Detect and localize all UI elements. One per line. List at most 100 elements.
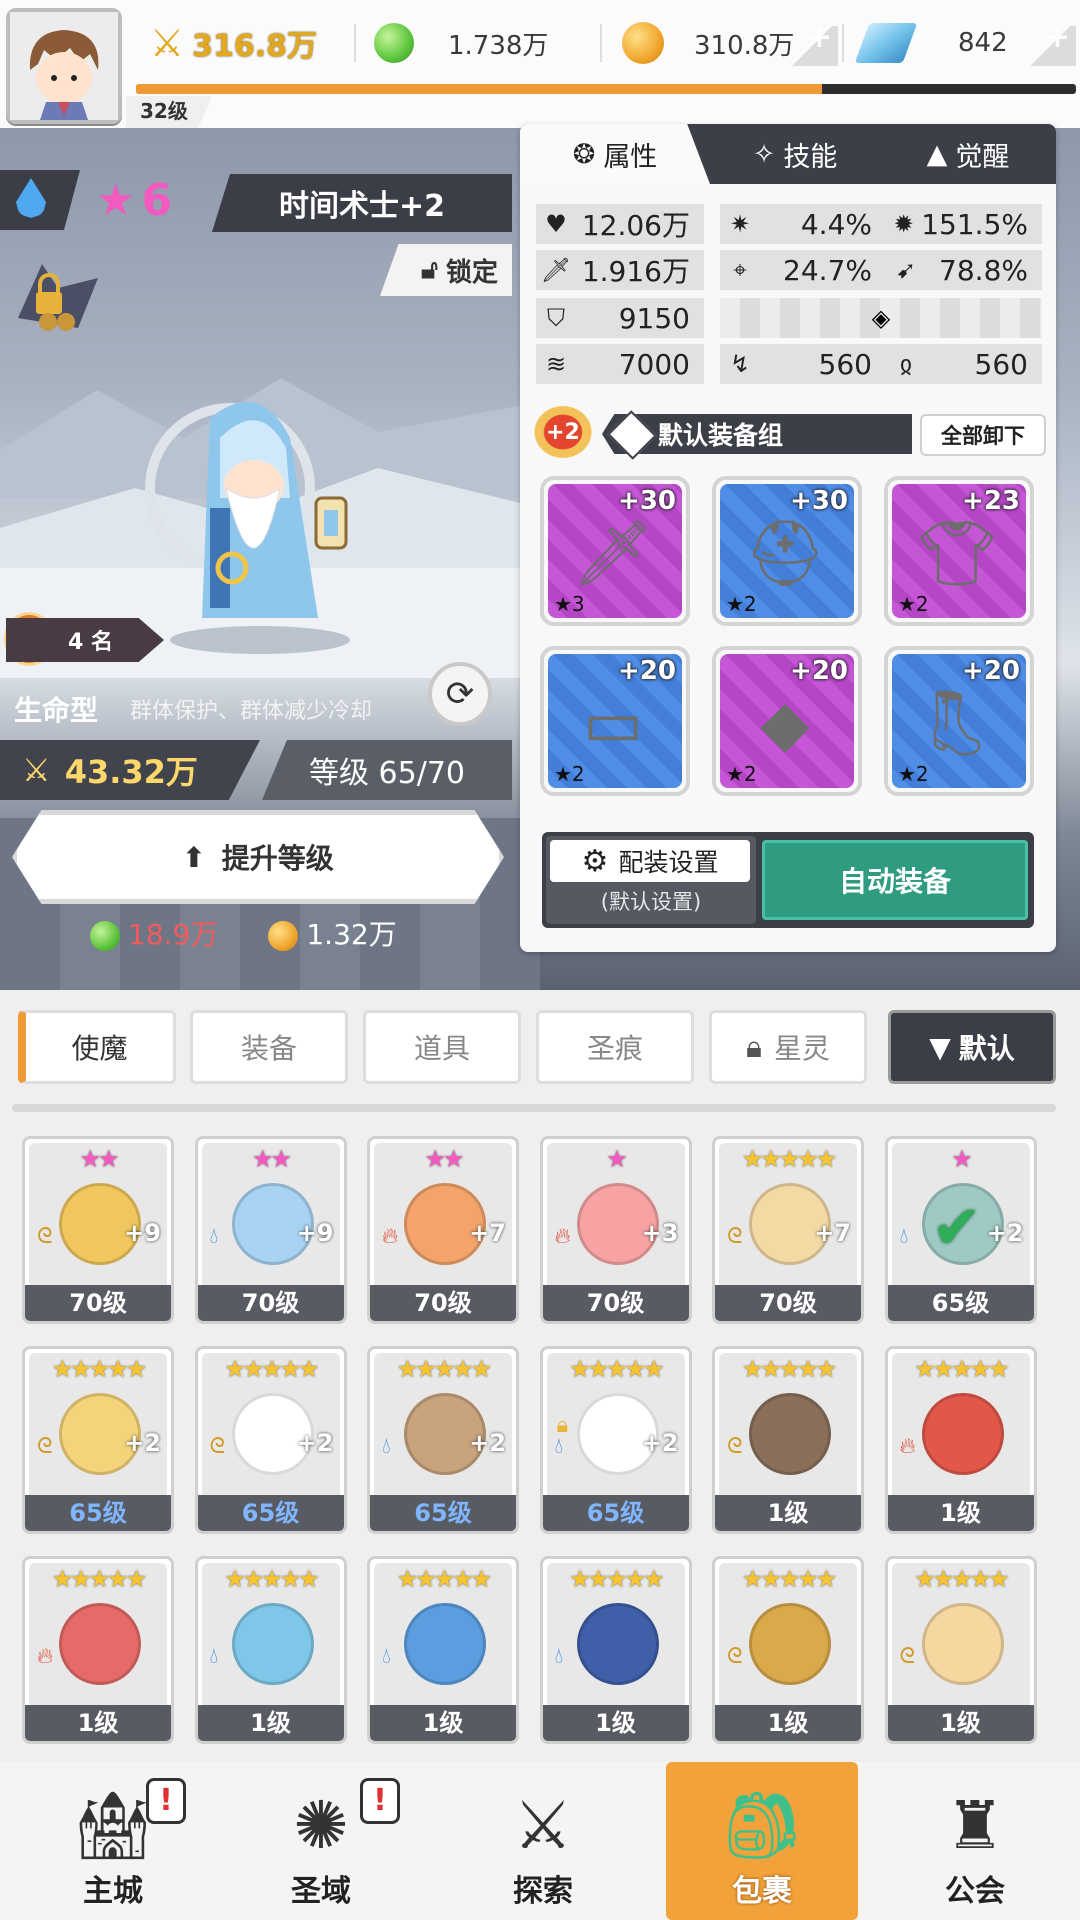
nav-label: 圣域 <box>291 1874 351 1909</box>
stat-value: 1.916万 <box>581 255 690 288</box>
familiar-bonus: +9 <box>296 1219 334 1247</box>
hero-level: 等级 65/70 <box>262 740 512 800</box>
familiar-card[interactable]: ★★★★★ ᘓ 1级 <box>712 1556 864 1744</box>
stat-accuracy: ⌖ 24.7% <box>720 250 886 290</box>
familiar-card[interactable]: ★★★★★ ᘓ +2 65级 <box>22 1346 174 1534</box>
wind-element-icon: ᘓ <box>727 1434 743 1459</box>
equipment-slot-helmet[interactable]: ⛑︎ +30 ★2 <box>712 476 862 626</box>
familiar-card[interactable]: ★★★★★ 💧︎ 1级 <box>539 1556 692 1744</box>
inventory-area: 使魔 装备 道具 圣痕 🔒︎ 星灵 ▼ 默认 ★★ ᘓ +9 70级 ★★ 💧︎ +9 70级 ★★… <box>0 990 1080 1760</box>
equipment-slot-belt[interactable]: ▭ +20 ★2 <box>540 646 690 796</box>
hero-name: 时间术士+2 <box>212 174 512 232</box>
familiar-card[interactable]: ★★★★★ ᘓ +7 70级 <box>712 1136 864 1324</box>
familiar-level: 70级 <box>25 1285 171 1321</box>
familiar-card[interactable]: ★★★★★ 💧︎ 1级 <box>367 1556 519 1744</box>
auto-equip-button[interactable]: 自动装备 <box>762 840 1028 920</box>
gold-currency: 310.8万 + <box>622 18 838 68</box>
locked-skin-icon[interactable] <box>12 258 104 338</box>
loadout-settings-subtitle: (默认设置) <box>600 890 702 914</box>
green-currency-value: 1.738万 <box>448 30 549 61</box>
familiar-face <box>576 1603 659 1685</box>
familiar-stars: ★★ <box>424 1145 464 1173</box>
loadout-settings-button[interactable]: ⚙ 配装设置 (默认设置) <box>546 836 756 924</box>
crossed-swords-icon: ⚔ <box>22 751 51 789</box>
familiar-portrait: ★★ 🔥︎ +7 <box>374 1143 512 1291</box>
sun-burst-icon: ✹ <box>893 210 914 238</box>
familiar-card[interactable]: ★★★★★ 💧︎ +2 🔒︎ 65级 <box>539 1346 692 1534</box>
wind-element-icon: ᘓ <box>37 1434 53 1459</box>
equipment-slot-necklace[interactable]: ◆ +20 ★2 <box>712 646 862 796</box>
familiar-portrait: ★★★★★ 💧︎ <box>201 1563 340 1711</box>
equipment-slot-weapon[interactable]: 🗡︎ +30 ★3 <box>540 476 690 626</box>
nav-explore[interactable]: ⚔ 探索 <box>458 1762 628 1920</box>
xp-bar <box>136 84 1076 94</box>
familiar-portrait: ★★★★★ ᘓ <box>891 1563 1030 1711</box>
nav-backpack[interactable]: 🎒︎ 包裹 <box>666 1762 858 1920</box>
add-gold-button[interactable]: + <box>786 23 838 66</box>
equipment-slot-armor[interactable]: 👕︎ +23 ★2 <box>884 476 1034 626</box>
tab-attributes[interactable]: ❂ 属性 <box>520 124 710 184</box>
familiar-card[interactable]: ★ 💧︎ +2 ✔ 65级 <box>884 1136 1037 1324</box>
familiar-card[interactable]: ★★ ᘓ +9 70级 <box>22 1136 174 1324</box>
nav-guild[interactable]: ♜ 公会 <box>890 1762 1060 1920</box>
loadout-settings-label: 配装设置 <box>618 848 719 877</box>
tab-skills[interactable]: ✧ 技能 <box>710 124 880 184</box>
familiar-card[interactable]: ★★★★★ 🔥︎ 1级 <box>22 1556 174 1744</box>
stat-value: 560 <box>818 347 872 381</box>
familiar-face <box>749 1393 831 1475</box>
familiar-card[interactable]: ★★ 💧︎ +9 70级 <box>194 1136 347 1324</box>
familiar-bonus: +3 <box>641 1219 679 1247</box>
familiar-card[interactable]: ★★★★★ ᘓ +2 65级 <box>194 1346 347 1534</box>
familiar-portrait: ★★ ᘓ +9 <box>29 1143 167 1291</box>
stat-value: 7000 <box>618 347 690 381</box>
player-avatar[interactable] <box>6 8 122 124</box>
familiar-card[interactable]: ★ 🔥︎ +3 70级 <box>539 1136 692 1324</box>
triangle-icon: ▲ <box>926 138 948 170</box>
tab-label: 技能 <box>783 141 838 173</box>
equipment-slot-boots[interactable]: 👢︎ +20 ★2 <box>884 646 1034 796</box>
stat-hp: ♥ 12.06万 <box>536 204 704 244</box>
switch-hero-button[interactable]: ⟳ <box>428 662 492 726</box>
familiar-level: 1级 <box>887 1495 1034 1531</box>
familiar-face <box>749 1603 831 1685</box>
hero-type-row: 生命型 群体保护、群体减少冷却 <box>0 684 500 734</box>
familiar-portrait: ★★ 💧︎ +9 <box>201 1143 340 1291</box>
arrow-up-icon: ⬆ <box>182 840 206 874</box>
time-wizard-character <box>140 378 380 658</box>
familiar-level: 1级 <box>715 1705 861 1741</box>
familiar-card[interactable]: ★★★★★ 💧︎ 1级 <box>194 1556 347 1744</box>
hero-type-description: 群体保护、群体减少冷却 <box>130 699 373 724</box>
familiar-portrait: ★★★★★ 💧︎ +2 🔒︎ <box>546 1353 685 1501</box>
familiar-card[interactable]: ★★★★★ ᘓ 1级 <box>712 1346 864 1534</box>
familiar-level: 1级 <box>542 1705 689 1741</box>
player-level: 32级 <box>126 96 212 128</box>
water-element-icon: 💧︎ <box>209 1224 219 1249</box>
familiar-stars: ★★★★★ <box>569 1565 665 1593</box>
green-currency: 1.738万 <box>374 18 594 68</box>
familiar-card[interactable]: ★★★★★ 🔥︎ 1级 <box>884 1346 1037 1534</box>
stat-value: 9150 <box>618 301 690 335</box>
sword-in-stone-icon: ⚔ <box>513 1787 573 1864</box>
familiar-level: 1级 <box>25 1705 171 1741</box>
tab-awaken[interactable]: ▲ 觉醒 <box>880 124 1056 184</box>
green-cost-value: 18.9万 <box>128 918 219 951</box>
familiar-stars: ★ <box>951 1145 973 1173</box>
unequip-all-button[interactable]: 全部卸下 <box>920 414 1046 456</box>
stat-resist-2: ჲ 560 <box>886 344 1042 384</box>
swirl-portal-icon: ✺ <box>293 1787 349 1864</box>
familiar-stars: ★★★★★ <box>396 1565 493 1593</box>
familiar-stars: ★★★★★ <box>741 1145 838 1173</box>
xp-bar-fill <box>136 84 823 94</box>
lock-button[interactable]: 🔓︎ 锁定 <box>380 244 512 296</box>
alert-badge: ! <box>360 1778 400 1824</box>
gear-icon: ⚙ <box>581 843 609 879</box>
familiar-card[interactable]: ★★★★★ ᘓ 1级 <box>884 1556 1037 1744</box>
upgrade-level-button[interactable]: ⬆ 提升等级 <box>12 810 504 904</box>
divider <box>354 24 356 62</box>
familiar-card[interactable]: ★★★★★ 💧︎ +2 65级 <box>367 1346 519 1534</box>
add-gem-button[interactable]: + <box>1024 23 1076 66</box>
gem-currency: 842 + <box>854 18 1076 68</box>
familiar-level: 1级 <box>197 1705 344 1741</box>
familiar-card[interactable]: ★★ 🔥︎ +7 70级 <box>367 1136 519 1324</box>
alert-text: ! <box>159 1783 173 1818</box>
